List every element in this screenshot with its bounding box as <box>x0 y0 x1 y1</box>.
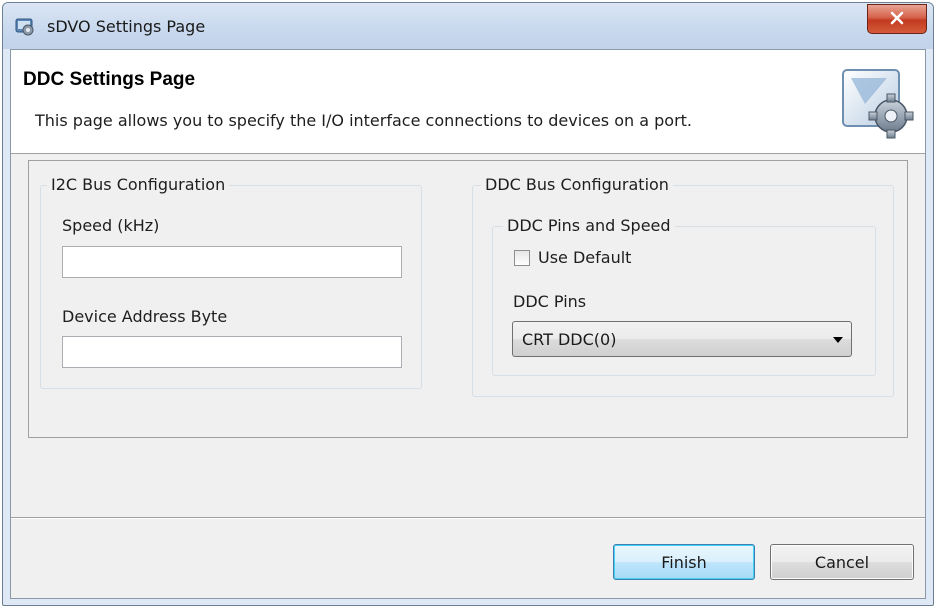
gear-settings-icon <box>837 64 917 140</box>
ddc-pins-label: DDC Pins <box>513 292 587 311</box>
speed-label: Speed (kHz) <box>62 216 160 235</box>
use-default-checkbox[interactable] <box>514 250 530 266</box>
page-header: DDC Settings Page This page allows you t… <box>11 50 925 154</box>
ddc-pins-speed-group-title: DDC Pins and Speed <box>503 215 675 237</box>
page-title: DDC Settings Page <box>23 69 196 90</box>
ddc-bus-group: DDC Bus Configuration DDC Pins and Speed… <box>472 174 894 397</box>
settings-app-icon <box>15 16 35 36</box>
page-description: This page allows you to specify the I/O … <box>35 111 693 130</box>
device-address-input[interactable] <box>62 336 402 368</box>
close-button[interactable] <box>867 4 927 34</box>
i2c-bus-group-title: I2C Bus Configuration <box>47 174 230 196</box>
dialog-window: sDVO Settings Page DDC Settings Page Thi… <box>2 2 934 606</box>
ddc-pins-selected-value: CRT DDC(0) <box>522 330 617 349</box>
window-title: sDVO Settings Page <box>47 17 206 36</box>
cancel-button[interactable]: Cancel <box>770 544 914 580</box>
close-icon <box>889 10 905 29</box>
device-address-label: Device Address Byte <box>62 307 228 326</box>
ddc-bus-group-title: DDC Bus Configuration <box>481 174 673 196</box>
footer-separator <box>11 517 925 519</box>
settings-content-frame: I2C Bus Configuration Speed (kHz) Device… <box>28 160 908 438</box>
finish-button[interactable]: Finish <box>613 544 755 580</box>
chevron-down-icon <box>833 337 843 343</box>
dialog-client-area: DDC Settings Page This page allows you t… <box>10 49 926 599</box>
i2c-bus-group: I2C Bus Configuration Speed (kHz) Device… <box>40 174 422 389</box>
ddc-pins-speed-group: DDC Pins and Speed Use Default DDC Pins … <box>492 215 876 376</box>
ddc-pins-dropdown[interactable]: CRT DDC(0) <box>512 321 852 357</box>
use-default-label[interactable]: Use Default <box>538 248 631 267</box>
title-bar[interactable]: sDVO Settings Page <box>3 3 933 49</box>
speed-input[interactable] <box>62 246 402 278</box>
